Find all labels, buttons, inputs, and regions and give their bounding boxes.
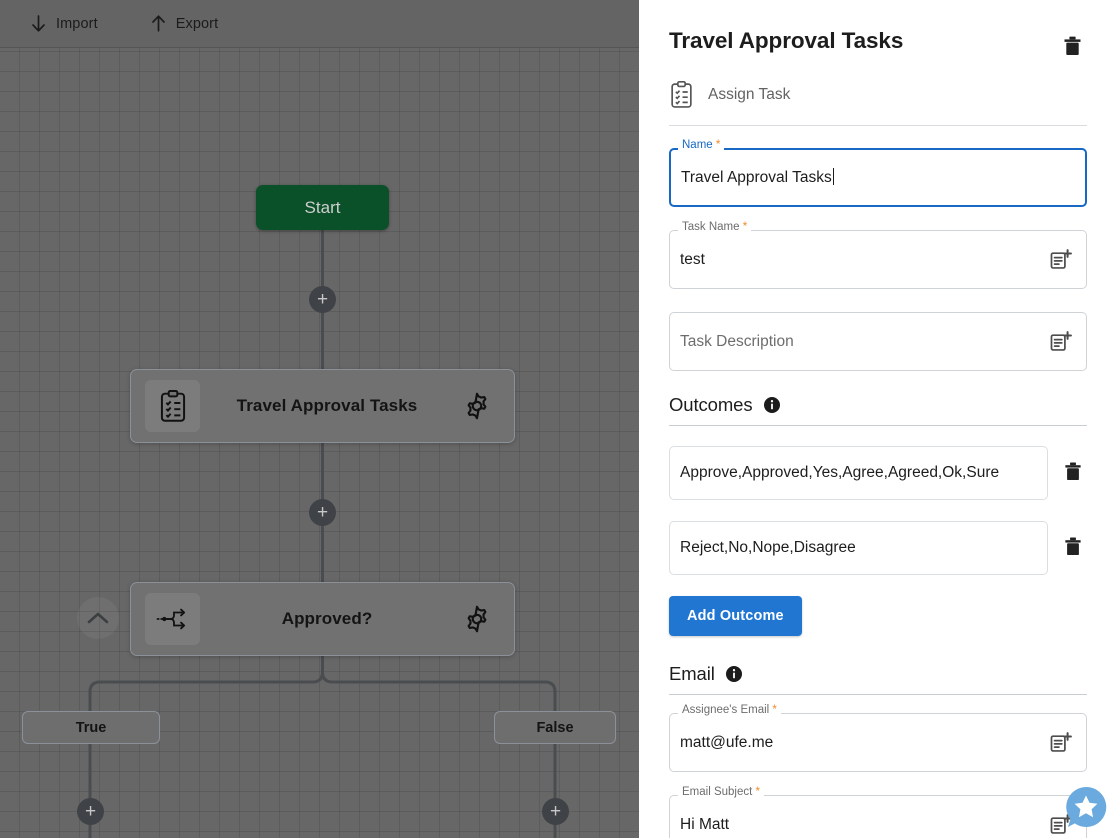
plus-icon: +	[316, 502, 329, 523]
task-description-input[interactable]: Task Description	[680, 333, 1049, 351]
add-node-button[interactable]: +	[309, 286, 336, 313]
field-name-label: Name *	[678, 139, 725, 152]
task-name-input[interactable]: test	[680, 251, 1049, 269]
post-add-icon[interactable]	[1049, 248, 1072, 271]
plus-icon: +	[316, 289, 329, 310]
info-icon[interactable]	[725, 666, 742, 682]
chevron-up-icon	[87, 612, 109, 624]
outcome-row[interactable]: Approve,Approved,Yes,Agree,Agreed,Ok,Sur…	[669, 446, 1087, 500]
feedback-button[interactable]	[1063, 784, 1109, 830]
branch-label-true-text: True	[75, 719, 107, 736]
name-input[interactable]: Travel Approval Tasks	[681, 168, 1071, 187]
flow-node-start[interactable]: Start	[256, 185, 389, 230]
properties-panel: Travel Approval Tasks Assign Task Name *…	[639, 0, 1117, 838]
flow-node-assign-task[interactable]: Travel Approval Tasks	[130, 369, 515, 443]
outcome-input[interactable]: Reject,No,Nope,Disagree	[669, 521, 1048, 575]
delete-outcome-button[interactable]	[1059, 456, 1087, 491]
info-icon[interactable]	[763, 397, 780, 413]
panel-header: Travel Approval Tasks Assign Task	[639, 0, 1117, 126]
field-assignee-email-label: Assignee's Email *	[678, 704, 781, 717]
field-email-subject[interactable]: Email Subject * Hi Matt	[669, 786, 1087, 838]
plus-icon: +	[84, 801, 97, 822]
field-task-description[interactable]: Task Description	[669, 312, 1087, 371]
arrow-down-icon	[32, 15, 45, 32]
import-button-label: Import	[56, 15, 98, 32]
flow-node-start-label: Start	[304, 197, 341, 217]
outcome-row[interactable]: Reject,No,Nope,Disagree	[669, 521, 1087, 575]
page-title: Travel Approval Tasks	[669, 28, 904, 53]
delete-node-button[interactable]	[1058, 30, 1087, 66]
branch-icon	[145, 593, 200, 645]
gear-icon[interactable]	[454, 383, 500, 429]
email-section: Email	[669, 663, 1087, 695]
trash-icon	[1064, 36, 1081, 55]
outcome-input[interactable]: Approve,Approved,Yes,Agree,Agreed,Ok,Sur…	[669, 446, 1048, 500]
flow-node-condition-label: Approved?	[281, 609, 373, 628]
collapse-branch-button[interactable]	[77, 597, 119, 639]
email-subject-input[interactable]: Hi Matt	[680, 816, 1049, 834]
outcomes-section: Outcomes	[669, 394, 1087, 426]
assignee-email-input[interactable]: matt@ufe.me	[680, 734, 1049, 752]
gear-icon[interactable]	[454, 596, 500, 642]
trash-icon	[1065, 462, 1081, 480]
field-task-name-label: Task Name *	[678, 221, 752, 234]
field-name[interactable]: Name * Travel Approval Tasks	[669, 139, 1087, 207]
email-section-title: Email	[669, 663, 715, 684]
flow-canvas[interactable]: Start + Travel Approval Tasks + Approved…	[0, 0, 639, 838]
import-button[interactable]: Import	[22, 8, 106, 39]
add-node-button[interactable]: +	[542, 798, 569, 825]
star-chat-bubble-icon	[1066, 786, 1107, 827]
field-email-subject-label: Email Subject *	[678, 786, 764, 799]
branch-label-false-text: False	[536, 719, 574, 736]
panel-form: Name * Travel Approval Tasks Task Name *…	[639, 126, 1117, 838]
clipboard-checklist-icon	[145, 380, 200, 432]
trash-icon	[1065, 537, 1081, 555]
plus-icon: +	[549, 801, 562, 822]
canvas-toolbar: Import Export	[0, 0, 639, 48]
field-assignee-email[interactable]: Assignee's Email * matt@ufe.me	[669, 704, 1087, 772]
branch-label-true[interactable]: True	[22, 711, 160, 744]
text-caret	[832, 168, 834, 185]
post-add-icon[interactable]	[1049, 330, 1072, 353]
field-task-name[interactable]: Task Name * test	[669, 221, 1087, 289]
branch-label-false[interactable]: False	[494, 711, 616, 744]
export-button-label: Export	[175, 15, 219, 32]
app-root: Start + Travel Approval Tasks + Approved…	[0, 0, 1117, 838]
add-node-button[interactable]: +	[309, 499, 336, 526]
outcomes-section-title: Outcomes	[669, 394, 753, 415]
flow-node-assign-task-label: Travel Approval Tasks	[236, 396, 418, 415]
add-outcome-button[interactable]: Add Outcome	[669, 596, 802, 636]
export-button[interactable]: Export	[142, 8, 227, 39]
arrow-up-icon	[151, 15, 165, 32]
delete-outcome-button[interactable]	[1059, 531, 1087, 566]
flow-node-condition[interactable]: Approved?	[130, 582, 515, 656]
clipboard-checklist-icon	[669, 81, 694, 108]
node-type-label: Assign Task	[708, 85, 791, 103]
add-node-button[interactable]: +	[77, 798, 104, 825]
post-add-icon[interactable]	[1049, 731, 1072, 754]
